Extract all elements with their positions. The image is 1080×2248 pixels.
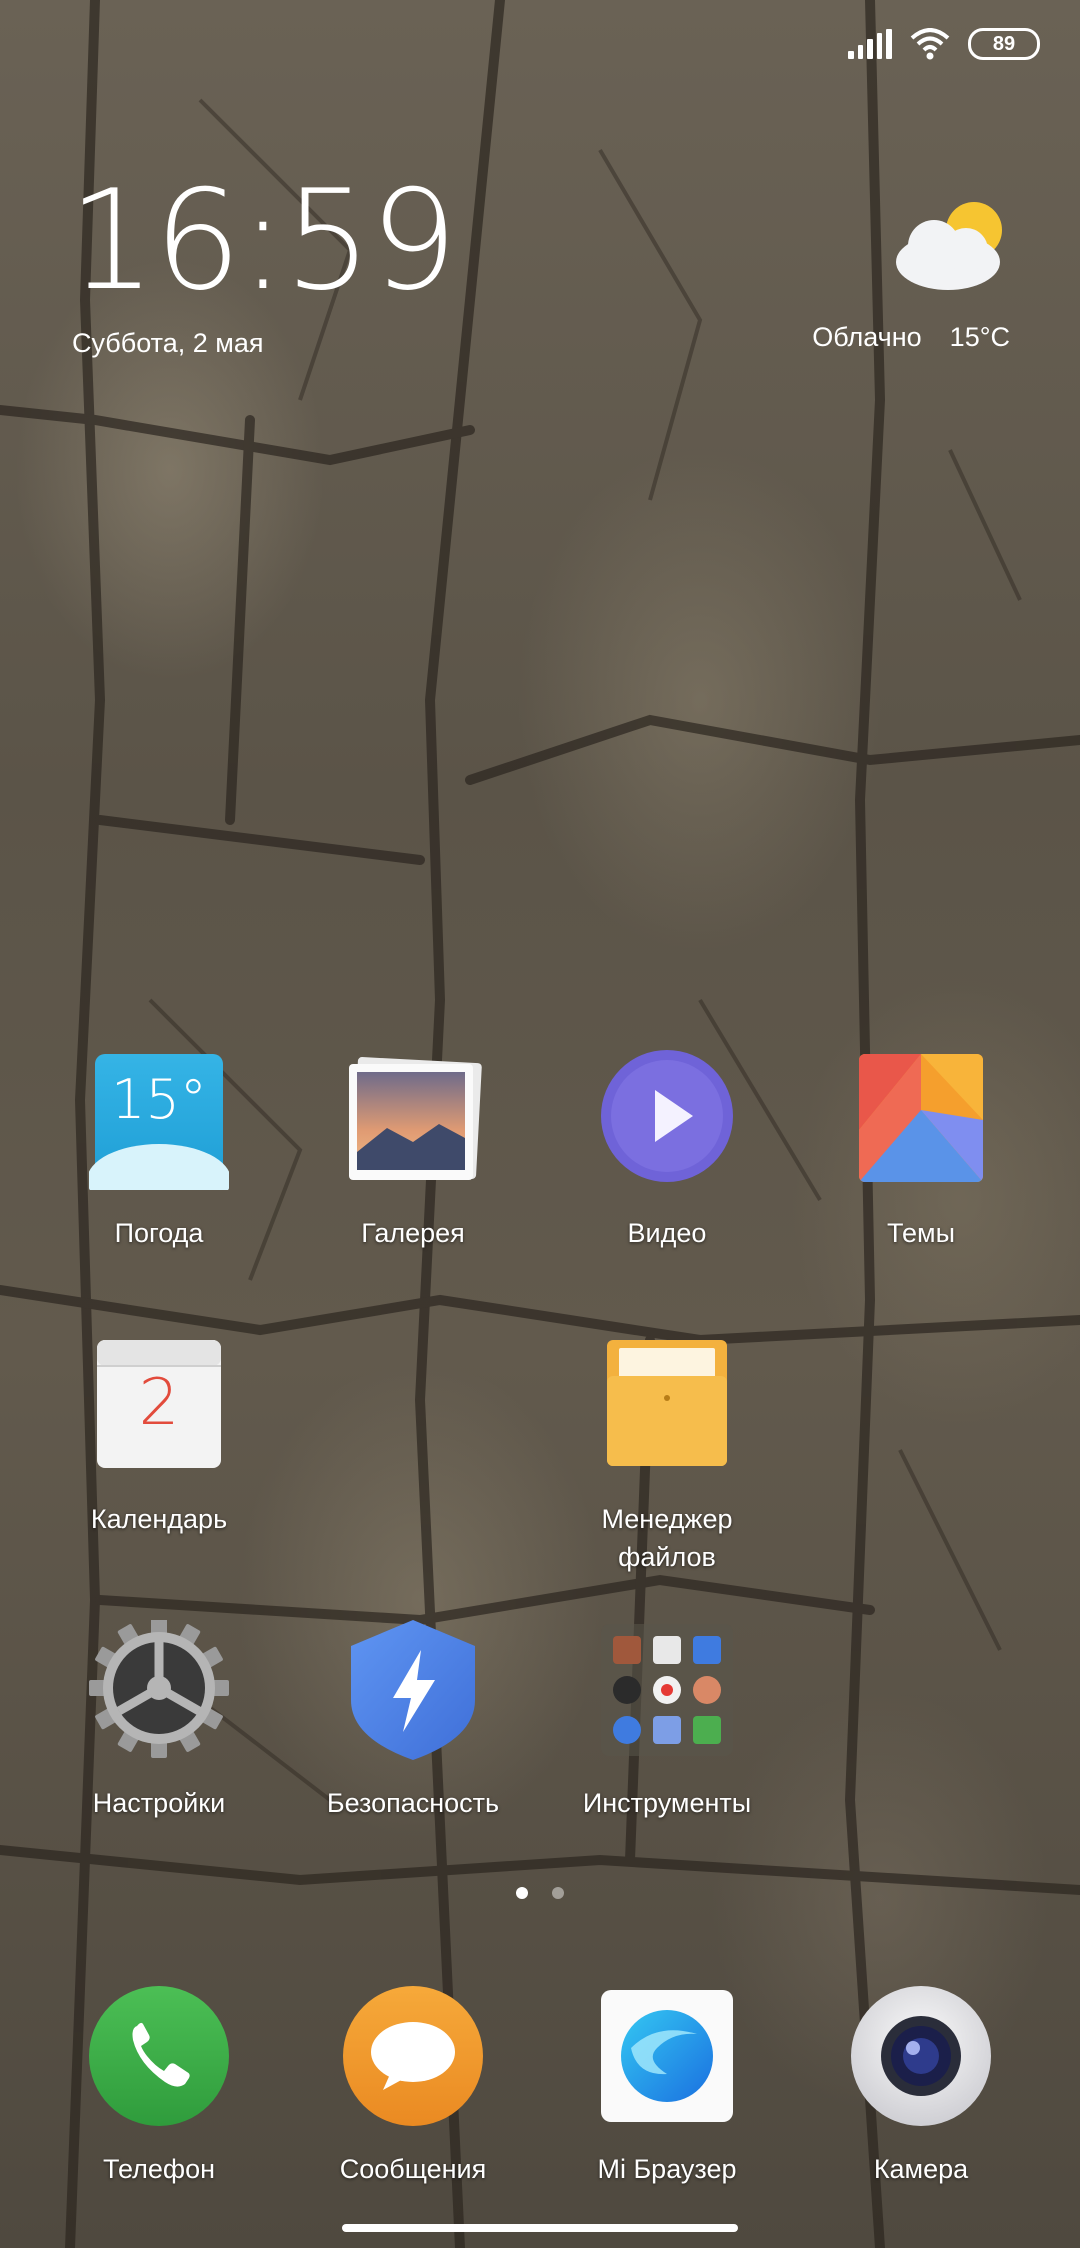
wifi-icon xyxy=(910,28,950,60)
signal-icon xyxy=(848,29,892,59)
clock-date[interactable]: Суббота, 2 мая xyxy=(72,328,263,359)
gear-icon xyxy=(89,1618,229,1760)
page-dot[interactable] xyxy=(552,1887,564,1899)
message-bubble-icon xyxy=(343,1986,483,2126)
camera-icon xyxy=(851,1986,991,2126)
app-label: Погода xyxy=(114,1218,204,1248)
home-gesture-bar[interactable] xyxy=(342,2224,738,2232)
app-label: Настройки xyxy=(92,1788,226,1818)
app-label: Инструменты xyxy=(582,1788,752,1818)
app-security[interactable]: Безопасность xyxy=(313,1620,513,1822)
video-icon xyxy=(597,1050,737,1190)
calendar-day: 2 xyxy=(138,1366,180,1440)
app-themes[interactable]: Темы xyxy=(821,1050,1021,1252)
app-label: Телефон xyxy=(102,2154,215,2184)
app-label: Mi Браузер xyxy=(597,2154,737,2184)
folder-icon xyxy=(597,1336,737,1476)
partly-cloudy-icon[interactable] xyxy=(890,196,1010,296)
app-label: Сообщения xyxy=(339,2154,487,2184)
page-indicator xyxy=(0,1887,1080,1899)
folder-tools-icon xyxy=(597,1620,737,1760)
app-weather[interactable]: 15° Погода xyxy=(59,1050,259,1252)
weather-app-icon: 15° xyxy=(87,1050,231,1216)
app-calendar[interactable]: 2 Календарь xyxy=(59,1336,259,1538)
dock-phone[interactable]: Телефон xyxy=(59,1986,259,2188)
battery-indicator: 89 xyxy=(968,28,1040,60)
dock-camera[interactable]: Камера xyxy=(821,1986,1021,2188)
status-icons: 89 xyxy=(848,28,1040,60)
app-label: Менеджер файлов xyxy=(601,1504,733,1572)
app-file-manager[interactable]: Менеджер файлов xyxy=(567,1336,767,1576)
app-gallery[interactable]: Галерея xyxy=(313,1050,513,1252)
app-label: Календарь xyxy=(90,1504,228,1534)
folder-tools[interactable]: Инструменты xyxy=(567,1620,767,1822)
browser-icon xyxy=(597,1986,737,2126)
battery-level: 89 xyxy=(992,32,1016,55)
dock-messages[interactable]: Сообщения xyxy=(313,1986,513,2188)
page-dot-active xyxy=(516,1887,528,1899)
app-label: Безопасность xyxy=(326,1788,500,1818)
app-settings[interactable]: Настройки xyxy=(59,1618,259,1822)
status-bar: 89 xyxy=(0,0,1080,90)
app-label: Галерея xyxy=(361,1218,465,1248)
app-video[interactable]: Видео xyxy=(567,1050,767,1252)
clock-time[interactable]: 16:59 xyxy=(68,172,458,310)
app-label: Видео xyxy=(627,1218,707,1248)
weather-condition: Облачно xyxy=(812,322,922,352)
calendar-icon: 2 xyxy=(89,1336,229,1476)
app-label: Темы xyxy=(887,1218,955,1248)
weather-widget[interactable]: Облачно 15°C xyxy=(812,322,1010,353)
weather-temperature: 15°C xyxy=(949,322,1010,352)
app-label: Камера xyxy=(873,2154,969,2184)
gallery-icon xyxy=(343,1050,483,1190)
themes-icon xyxy=(851,1050,991,1190)
shield-lightning-icon xyxy=(343,1620,483,1760)
dock-browser[interactable]: Mi Браузер xyxy=(567,1986,767,2188)
weather-app-temp: 15° xyxy=(111,1068,207,1131)
phone-icon xyxy=(89,1986,229,2126)
